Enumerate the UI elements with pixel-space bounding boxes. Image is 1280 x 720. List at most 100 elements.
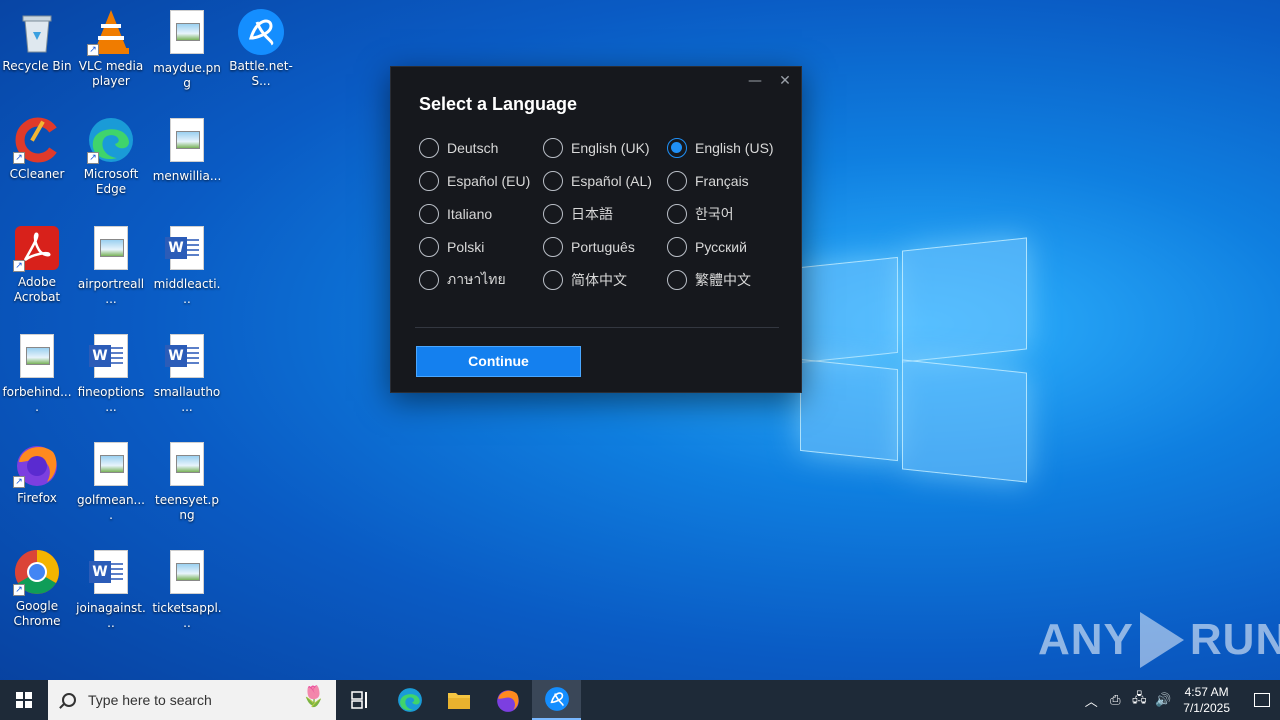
desktop-icon-forbehind[interactable]: forbehind....	[0, 332, 74, 415]
language-option[interactable]: Español (AL)	[543, 170, 652, 192]
network-icon[interactable]: 🖧	[1127, 689, 1151, 711]
radio-button[interactable]	[543, 237, 563, 257]
desktop-icon-battlenet[interactable]: Battle.net-S...	[224, 8, 298, 89]
language-label: Français	[695, 173, 749, 189]
chrome-icon: ↗	[13, 548, 61, 596]
desktop-icon-airportreall[interactable]: airportreall...	[74, 224, 148, 307]
language-option[interactable]: Polski	[419, 236, 484, 258]
language-option[interactable]: Français	[667, 170, 749, 192]
desktop-icon-ccleaner[interactable]: ↗ CCleaner	[0, 116, 74, 182]
language-label: Русский	[695, 239, 747, 255]
radio-button[interactable]	[667, 171, 687, 191]
firefox-icon: ↗	[13, 440, 61, 488]
language-option[interactable]: Português	[543, 236, 635, 258]
desktop-icon-ticketsappl[interactable]: ticketsappl...	[150, 548, 224, 631]
taskbar-battlenet-button[interactable]	[532, 680, 581, 720]
desktop-icon-maydue[interactable]: maydue.png	[150, 8, 224, 91]
continue-button[interactable]: Continue	[416, 346, 581, 377]
desktop-icon-menwillia[interactable]: menwillia...	[150, 116, 224, 184]
radio-button[interactable]	[419, 204, 439, 224]
radio-button[interactable]	[667, 204, 687, 224]
desktop-icon-vlc[interactable]: ↗ VLC media player	[74, 8, 148, 89]
desktop-icon-joinagainst[interactable]: W joinagainst...	[74, 548, 148, 631]
clock-date: 7/1/2025	[1183, 701, 1230, 715]
language-option[interactable]: Italiano	[419, 203, 492, 225]
image-file-icon	[163, 10, 211, 58]
desktop-icon-acrobat[interactable]: ↗ Adobe Acrobat	[0, 224, 74, 305]
taskbar-search[interactable]: Type here to search 🌷	[48, 680, 336, 720]
desktop-icon-edge[interactable]: ↗ Microsoft Edge	[74, 116, 148, 197]
radio-button[interactable]	[667, 138, 687, 158]
notification-center-button[interactable]	[1244, 680, 1280, 720]
acrobat-icon: ↗	[13, 224, 61, 272]
ccleaner-icon: ↗	[13, 116, 61, 164]
language-label: ภาษาไทย	[447, 271, 506, 287]
language-label: Español (AL)	[571, 173, 652, 189]
start-button[interactable]	[0, 680, 48, 720]
language-option[interactable]: 繁體中文	[667, 269, 751, 291]
radio-button[interactable]	[543, 138, 563, 158]
word-file-icon: W	[163, 226, 211, 274]
watermark-left-text: ANY	[1038, 615, 1134, 664]
radio-button[interactable]	[543, 171, 563, 191]
recycle-bin-icon	[13, 8, 61, 56]
image-file-icon	[87, 226, 135, 274]
battlenet-icon	[237, 8, 285, 56]
language-option[interactable]: Deutsch	[419, 137, 498, 159]
folder-icon	[447, 693, 470, 709]
language-option[interactable]: ภาษาไทย	[419, 269, 506, 291]
language-option[interactable]: Русский	[667, 236, 747, 258]
minimize-button[interactable]: —	[743, 71, 767, 91]
task-view-button[interactable]	[336, 680, 385, 720]
taskbar-clock[interactable]: 4:57 AM 7/1/2025	[1183, 684, 1230, 716]
divider	[415, 327, 779, 328]
language-option[interactable]: English (UK)	[543, 137, 650, 159]
watermark-right-text: RUN	[1189, 615, 1280, 664]
image-file-icon	[163, 442, 211, 490]
desktop-icon-fineoptions[interactable]: W fineoptions...	[74, 332, 148, 415]
radio-button[interactable]	[419, 270, 439, 290]
windows-logo-wallpaper	[790, 230, 1040, 490]
language-option[interactable]: English (US)	[667, 137, 774, 159]
language-label: Polski	[447, 239, 485, 255]
language-option[interactable]: 日本語	[543, 203, 613, 225]
image-file-icon	[163, 118, 211, 166]
desktop-icon-recycle-bin[interactable]: Recycle Bin	[0, 8, 74, 74]
taskbar: Type here to search 🌷 ︿ ⎙ 🖧 🔊 4:57 AM 7/…	[0, 680, 1280, 720]
radio-button[interactable]	[543, 270, 563, 290]
radio-button[interactable]	[419, 171, 439, 191]
language-dialog: — ✕ Select a Language Deutsch English (U…	[390, 66, 802, 393]
desktop-icon-firefox[interactable]: ↗ Firefox	[0, 440, 74, 506]
image-file-icon	[13, 334, 61, 382]
language-option[interactable]: 한국어	[667, 203, 734, 225]
taskbar-file-explorer-button[interactable]	[434, 680, 483, 720]
firefox-icon	[496, 690, 519, 712]
language-option[interactable]: Español (EU)	[419, 170, 530, 192]
volume-icon[interactable]: 🔊	[1151, 693, 1175, 708]
search-icon	[62, 693, 76, 707]
language-label: English (US)	[695, 140, 774, 156]
desktop-icon-middleacti[interactable]: W middleacti...	[150, 224, 224, 307]
taskbar-edge-button[interactable]	[385, 680, 434, 720]
language-label: Español (EU)	[447, 173, 531, 189]
desktop-icon-teensyet[interactable]: teensyet.png	[150, 440, 224, 523]
close-button[interactable]: ✕	[773, 71, 797, 91]
battlenet-icon	[544, 687, 569, 711]
chevron-up-icon[interactable]: ︿	[1079, 691, 1103, 710]
radio-button[interactable]	[419, 138, 439, 158]
desktop-icon-golfmean[interactable]: golfmean....	[74, 440, 148, 523]
image-file-icon	[163, 550, 211, 598]
radio-button[interactable]	[419, 237, 439, 257]
word-file-icon: W	[87, 334, 135, 382]
task-view-icon	[350, 691, 367, 709]
radio-button[interactable]	[667, 237, 687, 257]
radio-button[interactable]	[543, 204, 563, 224]
edge-icon: ↗	[87, 116, 135, 164]
search-placeholder: Type here to search	[88, 692, 212, 708]
desktop-icon-smallautho[interactable]: W smallautho...	[150, 332, 224, 415]
desktop-icon-chrome[interactable]: ↗ Google Chrome	[0, 548, 74, 629]
language-option[interactable]: 简体中文	[543, 269, 627, 291]
taskbar-firefox-button[interactable]	[483, 680, 532, 720]
meet-now-icon[interactable]: ⎙	[1103, 693, 1127, 708]
radio-button[interactable]	[667, 270, 687, 290]
